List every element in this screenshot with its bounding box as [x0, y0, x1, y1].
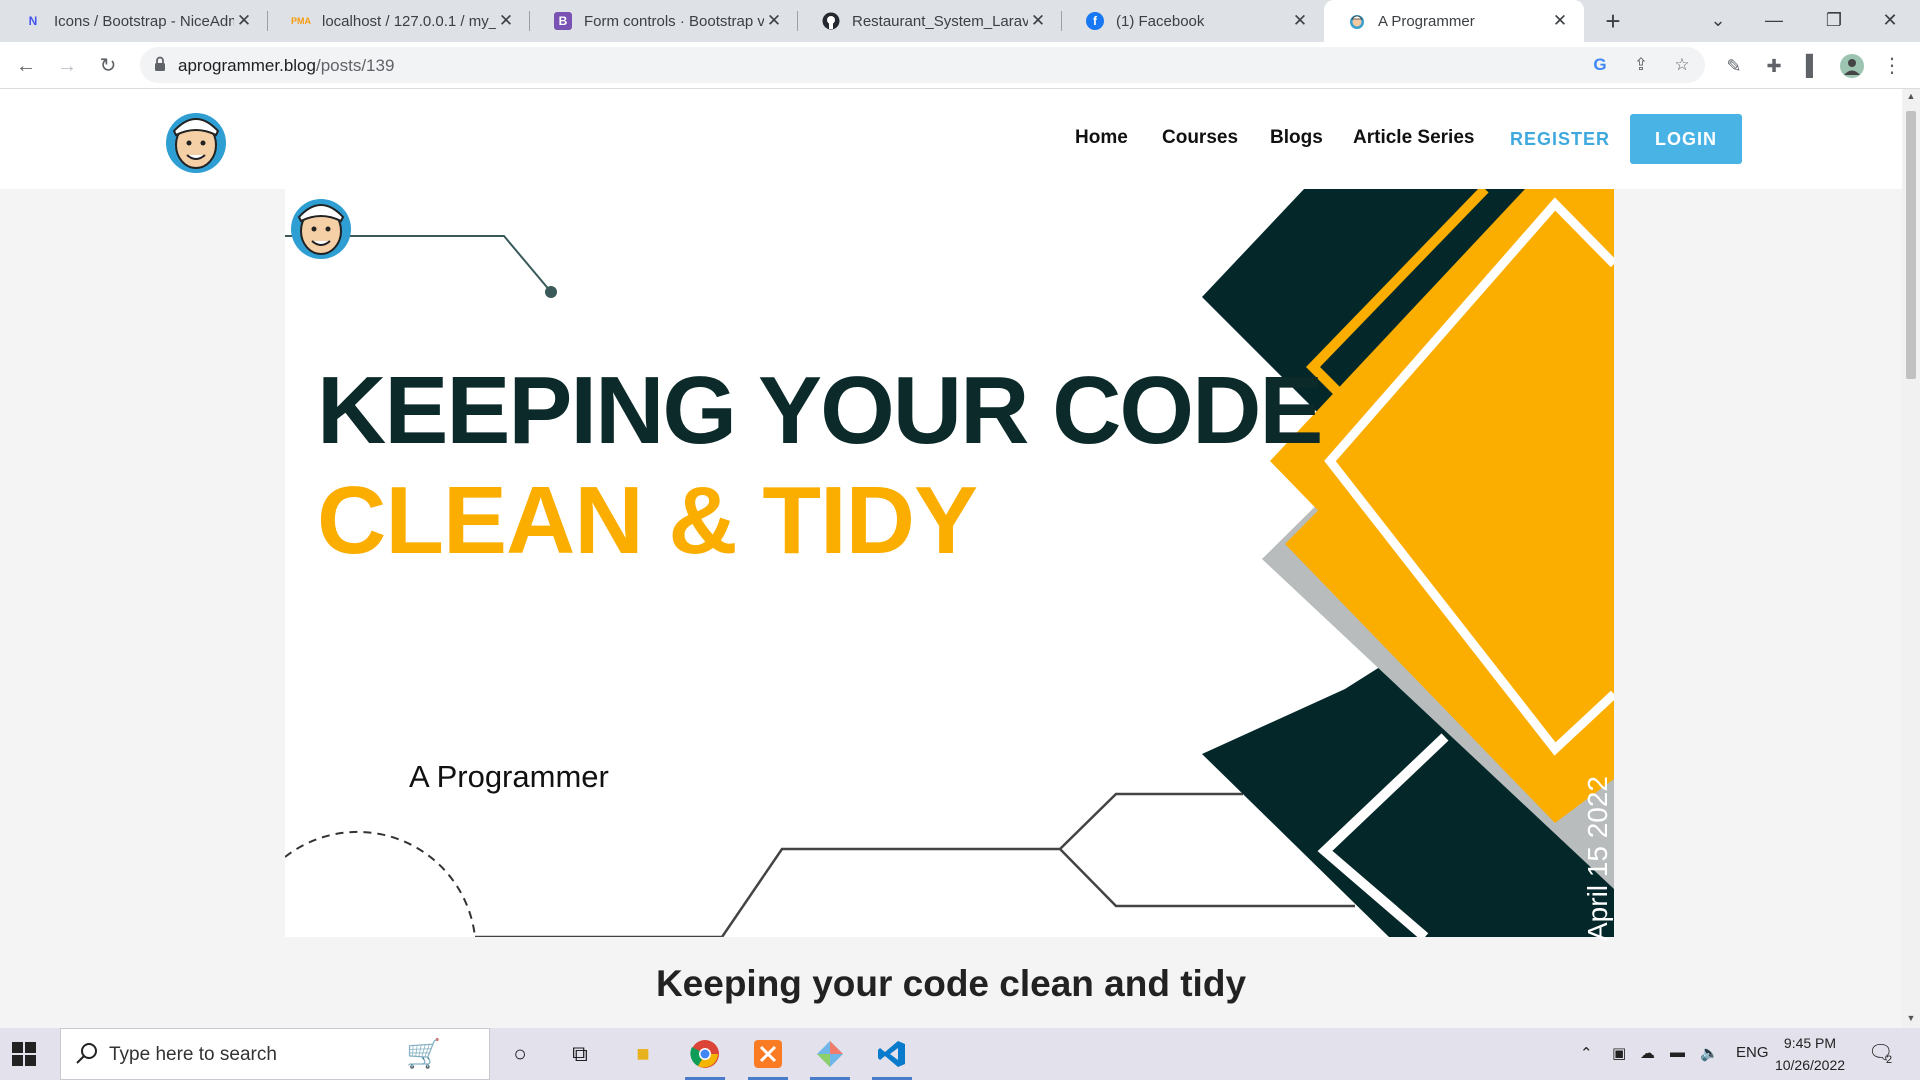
search-icon	[76, 1043, 97, 1064]
nav-article-series-link[interactable]: Article Series	[1353, 127, 1474, 149]
share-icon[interactable]: ⇪	[1629, 53, 1653, 77]
clock-time: 9:45 PM	[1783, 1035, 1837, 1051]
address-bar[interactable]: aprogrammer.blog/posts/139 G ⇪ ☆	[140, 47, 1705, 83]
tab-title: Icons / Bootstrap - NiceAdmin	[54, 12, 234, 30]
notification-count-badge: 2	[1886, 1054, 1893, 1066]
profile-avatar[interactable]	[1836, 50, 1868, 82]
taskbar-search-box[interactable]: Type here to search 🛒	[60, 1028, 490, 1080]
tray-chevron-up-icon[interactable]: ⌃	[1580, 1044, 1593, 1062]
language-indicator[interactable]: ENG	[1736, 1044, 1769, 1061]
extensions-puzzle-icon[interactable]: ✚	[1758, 50, 1790, 82]
web-page: Home Courses Blogs Article Series REGIST…	[0, 89, 1920, 1028]
niceadmin-favicon-icon: N	[28, 14, 38, 28]
close-tab-icon[interactable]: ✕	[496, 11, 516, 31]
xampp-icon[interactable]	[748, 1036, 788, 1080]
extension-pen-icon[interactable]: ✎	[1718, 50, 1750, 82]
close-tab-icon[interactable]: ✕	[234, 11, 254, 31]
github-favicon-icon	[822, 12, 840, 30]
volume-icon[interactable]: 🔈	[1700, 1044, 1719, 1062]
minimize-icon[interactable]: —	[1746, 0, 1802, 42]
url-text[interactable]: aprogrammer.blog/posts/139	[178, 56, 394, 76]
post-title: Keeping your code clean and tidy	[655, 963, 1247, 1004]
close-window-icon[interactable]: ✕	[1862, 0, 1918, 42]
scroll-up-arrow-icon[interactable]: ▲	[1905, 91, 1917, 101]
login-button[interactable]: LOGIN	[1630, 114, 1742, 164]
tab-title: (1) Facebook	[1116, 12, 1205, 30]
nav-home-link[interactable]: Home	[1075, 127, 1128, 149]
tab-title: Restaurant_System_Laravel	[852, 12, 1028, 30]
author-avatar	[291, 199, 351, 259]
bootstrap-favicon-icon: B	[554, 12, 572, 30]
tab-aprogrammer[interactable]: A Programmer ✕	[1324, 0, 1584, 42]
google-icon[interactable]: G	[1588, 53, 1612, 77]
chrome-menu-icon[interactable]: ⋮	[1876, 50, 1908, 82]
scroll-down-arrow-icon[interactable]: ▼	[1905, 1013, 1917, 1023]
side-panel-icon[interactable]: ▌	[1797, 50, 1829, 82]
site-logo[interactable]	[160, 103, 232, 175]
hero-title-line2: CLEAN & TIDY	[317, 467, 978, 574]
onedrive-cloud-icon[interactable]: ☁	[1640, 1044, 1655, 1062]
phpmyadmin-favicon-icon: PMA	[291, 16, 311, 26]
tab-title: localhost / 127.0.0.1 / my_st	[322, 12, 496, 30]
aprogrammer-favicon-icon	[1348, 12, 1366, 30]
tab-facebook[interactable]: f (1) Facebook ✕	[1062, 0, 1324, 42]
browser-toolbar: ← → ↻ aprogrammer.blog/posts/139 G ⇪ ☆ ✎…	[0, 42, 1920, 89]
clock-date: 10/26/2022	[1774, 1057, 1846, 1073]
close-tab-icon[interactable]: ✕	[1550, 11, 1570, 31]
tab-title: A Programmer	[1378, 12, 1475, 30]
chrome-taskbar-icon[interactable]	[685, 1036, 725, 1080]
register-link[interactable]: REGISTER	[1510, 129, 1610, 150]
task-view-icon[interactable]: ⧉	[560, 1036, 600, 1072]
post-date: April 15 2022	[1582, 775, 1613, 941]
vscode-icon[interactable]	[872, 1036, 912, 1080]
shopping-cart-icon: 🛒	[406, 1038, 441, 1069]
close-tab-icon[interactable]: ✕	[1028, 11, 1048, 31]
file-explorer-icon[interactable]: ■	[623, 1036, 663, 1072]
page-scrollbar[interactable]: ▲ ▼	[1902, 89, 1920, 1028]
hero-title-line1: KEEPING YOUR CODE	[317, 357, 1323, 464]
tab-bootstrap[interactable]: B Form controls · Bootstrap v5 ✕	[530, 0, 798, 42]
tab-niceadmin[interactable]: N Icons / Bootstrap - NiceAdmin ✕	[0, 0, 268, 42]
tab-github[interactable]: Restaurant_System_Laravel ✕	[798, 0, 1062, 42]
tab-title: Form controls · Bootstrap v5	[584, 12, 764, 30]
facebook-favicon-icon: f	[1086, 12, 1104, 30]
restore-icon[interactable]: ❐	[1806, 0, 1862, 42]
close-tab-icon[interactable]: ✕	[764, 11, 784, 31]
taskbar-clock[interactable]: 9:45 PM 10/26/2022	[1770, 1032, 1850, 1076]
author-name: A Programmer	[409, 759, 609, 794]
post-hero-banner: KEEPING YOUR CODE CLEAN & TIDY A Program…	[285, 189, 1614, 941]
reload-icon[interactable]: ↻	[92, 50, 124, 82]
lock-icon[interactable]	[154, 56, 166, 72]
nav-blogs-link[interactable]: Blogs	[1270, 127, 1323, 149]
tab-strip: N Icons / Bootstrap - NiceAdmin ✕ PMA lo…	[0, 0, 1920, 42]
tab-phpmyadmin[interactable]: PMA localhost / 127.0.0.1 / my_st ✕	[268, 0, 530, 42]
windows-start-icon[interactable]	[12, 1042, 36, 1066]
git-client-icon[interactable]	[810, 1036, 850, 1080]
bookmark-star-icon[interactable]: ☆	[1670, 53, 1694, 77]
back-arrow-icon[interactable]: ←	[10, 50, 42, 82]
new-tab-button[interactable]: +	[1598, 6, 1628, 36]
scrollbar-thumb[interactable]	[1906, 111, 1916, 379]
search-placeholder: Type here to search	[109, 1044, 277, 1065]
nav-courses-link[interactable]: Courses	[1162, 127, 1238, 149]
forward-arrow-icon[interactable]: →	[51, 50, 83, 82]
close-tab-icon[interactable]: ✕	[1290, 11, 1310, 31]
site-navbar: Home Courses Blogs Article Series REGIST…	[0, 89, 1902, 189]
tab-search-chevron-icon[interactable]: ⌄	[1690, 0, 1746, 42]
cortana-icon[interactable]: ○	[500, 1036, 540, 1072]
windows-taskbar: Type here to search 🛒 ○ ⧉ ■ ⌃ ▣ ☁ ▬ 🔈 EN…	[0, 1028, 1920, 1080]
tray-device-icon[interactable]: ▣	[1612, 1044, 1626, 1062]
battery-icon[interactable]: ▬	[1670, 1044, 1685, 1061]
